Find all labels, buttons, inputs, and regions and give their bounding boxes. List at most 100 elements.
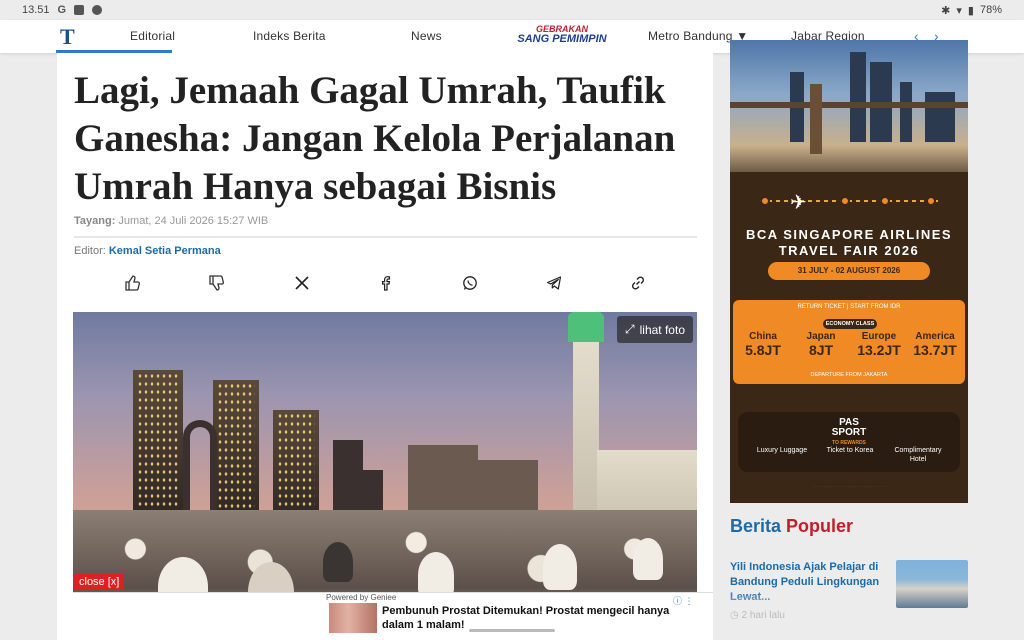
dislike-button[interactable] bbox=[204, 271, 228, 295]
ad-passport-box: PAS SPORT TO REWARDS Luxury Luggage Tick… bbox=[738, 412, 960, 472]
sidebar-advertisement[interactable]: ✈ BCA SINGAPORE AIRLINES TRAVEL FAIR 202… bbox=[730, 40, 968, 503]
ad-price-box: RETURN TICKET | START FROM IDR ECONOMY C… bbox=[733, 300, 965, 384]
ad-price-dest: China bbox=[749, 331, 777, 342]
ad-return-ticket: RETURN TICKET | START FROM IDR bbox=[797, 304, 901, 310]
status-time: 13.51 bbox=[22, 4, 50, 16]
thumbs-down-icon bbox=[209, 275, 224, 291]
ad-bridge bbox=[730, 102, 968, 108]
ad-price-value: 13.7JT bbox=[913, 342, 957, 358]
x-icon bbox=[295, 276, 309, 290]
brand-line2: SANG PEMIMPIN bbox=[517, 33, 607, 45]
facebook-icon bbox=[382, 276, 391, 291]
view-photo-button[interactable]: ⤢ lihat foto bbox=[617, 316, 693, 343]
photo-pilgrim bbox=[543, 544, 577, 590]
photo-pilgrim bbox=[323, 542, 353, 582]
popular-item-thumbnail[interactable] bbox=[896, 560, 968, 608]
photo-minaret bbox=[573, 312, 599, 512]
google-icon: G bbox=[57, 4, 67, 16]
passport-feature: Luxury Luggage bbox=[756, 447, 808, 454]
popular-title-red: Populer bbox=[786, 516, 854, 536]
share-telegram-button[interactable] bbox=[542, 271, 566, 295]
popular-item[interactable]: Yili Indonesia Ajak Pelajar di Bandung P… bbox=[730, 560, 968, 630]
photo-lights bbox=[277, 412, 315, 512]
ad-price-america: America 13.7JT bbox=[907, 331, 963, 358]
battery-icon: ▮ bbox=[967, 4, 974, 17]
ad-flight-dot bbox=[840, 196, 850, 206]
ad-drag-handle[interactable] bbox=[469, 629, 555, 632]
ad-price-china: China 5.8JT bbox=[735, 331, 791, 358]
ad-title-line2: TRAVEL FAIR 2026 bbox=[778, 243, 920, 258]
passport-logo-line2: SPORT bbox=[831, 427, 867, 438]
passport-logo: PAS SPORT TO REWARDS bbox=[818, 418, 880, 448]
ad-city-image bbox=[730, 40, 968, 172]
article-photo[interactable]: ⤢ lihat foto bbox=[73, 312, 697, 640]
ad-departure: DEPARTURE FROM JAKARTA bbox=[810, 372, 888, 378]
ad-date: 31 JULY - 02 AUGUST 2026 bbox=[768, 262, 930, 280]
ad-economy-class: ECONOMY CLASS bbox=[823, 319, 877, 329]
meta-divider bbox=[74, 236, 697, 238]
ad-powered-by: Powered by Geniee bbox=[326, 593, 397, 602]
ad-price-dest: America bbox=[915, 331, 955, 342]
ad-flight-path: ✈ bbox=[760, 190, 938, 214]
ad-flight-dot bbox=[760, 196, 770, 206]
photo-lights bbox=[137, 372, 179, 512]
nav-item-news[interactable]: News bbox=[411, 29, 442, 43]
site-logo[interactable]: T bbox=[60, 24, 86, 50]
ad-skyscraper bbox=[900, 82, 912, 142]
article-headline: Lagi, Jemaah Gagal Umrah, Taufik Ganesha… bbox=[74, 69, 676, 208]
share-facebook-button[interactable] bbox=[374, 271, 398, 295]
nav-item-indeks-berita[interactable]: Indeks Berita bbox=[253, 29, 326, 43]
popular-item-time-label: 2 hari lalu bbox=[741, 610, 785, 621]
ad-price-europe: Europe 13.2JT bbox=[851, 331, 907, 358]
ad-thumbnail[interactable] bbox=[329, 603, 377, 633]
article-editor-info: Editor: Kemal Setia Permana bbox=[74, 245, 221, 257]
ad-price-dest: Japan bbox=[806, 331, 836, 342]
popular-news-section: Berita Populer Yili Indonesia Ajak Pelaj… bbox=[730, 516, 968, 621]
article-container: Lagi, Jemaah Gagal Umrah, Taufik Ganesha… bbox=[57, 53, 713, 640]
ad-fine-print: · · · · · · · · · · · · · · · · · · · · … bbox=[812, 484, 886, 488]
passport-feature: Ticket to Korea bbox=[826, 447, 874, 454]
telegram-icon bbox=[546, 276, 562, 290]
photo-lights bbox=[217, 382, 255, 512]
passport-feature: Complimentary Hotel bbox=[894, 447, 942, 463]
popular-item-time: ◷ 2 hari lalu bbox=[730, 610, 785, 621]
bluetooth-icon: ✱ bbox=[941, 4, 951, 17]
share-toolbar bbox=[74, 271, 697, 295]
share-whatsapp-button[interactable] bbox=[458, 271, 482, 295]
view-photo-label: lihat foto bbox=[639, 322, 685, 337]
ad-close-button[interactable]: close [x] bbox=[74, 574, 125, 590]
ad-bridge-tower bbox=[810, 84, 822, 154]
ad-price-value: 8JT bbox=[808, 342, 834, 358]
ad-text[interactable]: Pembunuh Prostat Ditemukan! Prostat meng… bbox=[382, 604, 702, 632]
status-bar: 13.51 G ✱ ▾ ▮ 78% bbox=[0, 0, 1024, 20]
like-button[interactable] bbox=[120, 271, 144, 295]
thumbs-up-icon bbox=[125, 275, 140, 291]
brand-banner[interactable]: GEBRAKAN SANG PEMIMPIN bbox=[516, 24, 608, 48]
clipboard-icon bbox=[74, 5, 85, 15]
link-icon bbox=[631, 276, 645, 290]
photo-minaret-top bbox=[568, 312, 604, 342]
tayang-date: Jumat, 24 Juli 2026 15:27 WIB bbox=[118, 215, 269, 227]
ad-title: BCA SINGAPORE AIRLINES TRAVEL FAIR 2026 bbox=[730, 227, 968, 259]
ad-skyscraper bbox=[850, 52, 866, 142]
editor-label: Editor: bbox=[74, 245, 106, 257]
ad-price-value: 5.8JT bbox=[745, 342, 781, 358]
photo-pilgrim bbox=[633, 538, 663, 580]
ad-price-value: 13.2JT bbox=[857, 342, 901, 358]
ad-skyscraper bbox=[925, 92, 955, 142]
expand-icon: ⤢ bbox=[625, 322, 635, 336]
nav-item-editorial[interactable]: Editorial bbox=[130, 29, 175, 43]
popular-title: Berita Populer bbox=[730, 516, 968, 537]
article-publish-info: Tayang: Jumat, 24 Juli 2026 15:27 WIB bbox=[74, 215, 268, 227]
share-x-button[interactable] bbox=[290, 271, 314, 295]
ad-price-japan: Japan 8JT bbox=[793, 331, 849, 358]
copy-link-button[interactable] bbox=[626, 271, 650, 295]
wifi-icon: ▾ bbox=[956, 4, 962, 17]
whatsapp-icon bbox=[463, 276, 477, 290]
bottom-ad-banner[interactable]: Powered by Geniee ⓘ ⋮ Pembunuh Prostat D… bbox=[73, 592, 713, 640]
popular-title-blue: Berita bbox=[730, 516, 782, 536]
ad-flight-dot bbox=[880, 196, 890, 206]
editor-name-link[interactable]: Kemal Setia Permana bbox=[109, 245, 221, 257]
tayang-label: Tayang: bbox=[74, 215, 116, 227]
ad-title-line1: BCA SINGAPORE AIRLINES bbox=[745, 227, 953, 242]
